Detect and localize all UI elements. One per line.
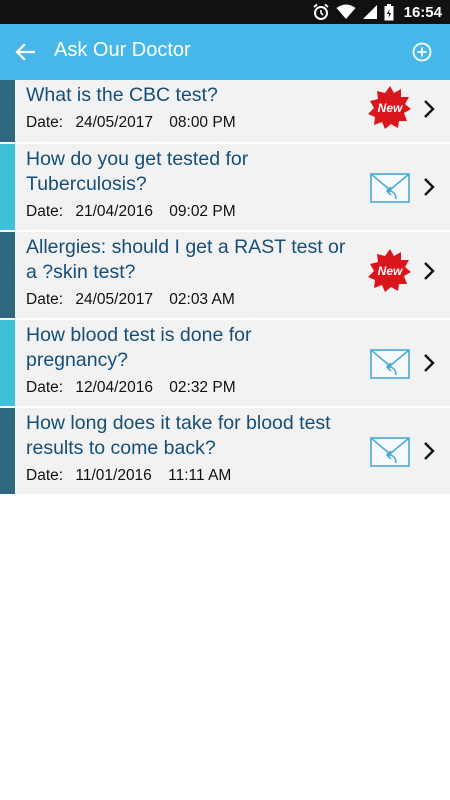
back-button[interactable] — [10, 37, 40, 67]
item-accent-bar — [0, 408, 15, 494]
page-title: Ask Our Doctor — [54, 39, 191, 61]
item-accent-bar — [0, 80, 15, 142]
date-label: Date: — [26, 203, 64, 220]
question-title: How long does it take for blood test res… — [26, 412, 331, 459]
arrow-back-icon — [15, 43, 35, 61]
item-accent-bar — [0, 144, 15, 230]
question-date-row: Date: 11/01/2016 11:11 AM — [26, 467, 231, 485]
battery-icon — [384, 3, 394, 20]
chevron-right-icon[interactable] — [422, 176, 436, 198]
question-time: 02:32 PM — [169, 379, 236, 396]
date-label: Date: — [26, 467, 64, 484]
add-question-button[interactable] — [410, 40, 434, 64]
alarm-icon — [313, 3, 329, 20]
question-time: 11:11 AM — [168, 467, 232, 484]
signal-icon — [362, 5, 377, 19]
question-time: 02:03 AM — [169, 291, 235, 308]
question-date-row: Date: 12/04/2016 02:32 PM — [26, 379, 236, 397]
question-date: 21/04/2016 — [75, 203, 153, 220]
status-icons: 16:54 — [312, 0, 442, 24]
question-item[interactable]: How long does it take for blood test res… — [0, 408, 450, 494]
date-label: Date: — [26, 291, 64, 308]
question-date: 11/01/2016 — [75, 467, 152, 484]
question-title: How blood test is done for pregnancy? — [26, 324, 252, 371]
question-time: 09:02 PM — [169, 203, 236, 220]
question-item[interactable]: How do you get tested for Tuberculosis? … — [0, 144, 450, 230]
question-time: 08:00 PM — [169, 114, 236, 131]
question-date: 12/04/2016 — [75, 379, 153, 396]
question-list: What is the CBC test? Date: 24/05/2017 0… — [0, 80, 450, 496]
question-date-row: Date: 24/05/2017 08:00 PM — [26, 114, 236, 132]
new-badge-icon: New — [368, 249, 411, 292]
question-title: What is the CBC test? — [26, 84, 218, 106]
question-date-row: Date: 21/04/2016 09:02 PM — [26, 203, 236, 221]
question-date: 24/05/2017 — [75, 114, 153, 131]
question-item[interactable]: Allergies: should I get a RAST test or a… — [0, 232, 450, 318]
chevron-right-icon[interactable] — [422, 260, 436, 282]
status-bar: 16:54 — [0, 0, 450, 24]
item-accent-bar — [0, 232, 15, 318]
chevron-right-icon[interactable] — [422, 440, 436, 462]
date-label: Date: — [26, 114, 64, 131]
new-badge-icon: New — [368, 86, 411, 129]
envelope-reply-icon — [370, 349, 410, 379]
wifi-icon — [336, 4, 356, 19]
app-bar: Ask Our Doctor — [0, 24, 450, 80]
svg-text:New: New — [378, 101, 403, 115]
item-accent-bar — [0, 320, 15, 406]
chevron-right-icon[interactable] — [422, 352, 436, 374]
question-title: Allergies: should I get a RAST test or a… — [26, 236, 346, 283]
question-item[interactable]: How blood test is done for pregnancy? Da… — [0, 320, 450, 406]
question-title: How do you get tested for Tuberculosis? — [26, 148, 249, 195]
envelope-reply-icon — [370, 437, 410, 467]
question-item[interactable]: What is the CBC test? Date: 24/05/2017 0… — [0, 80, 450, 142]
svg-text:New: New — [378, 264, 403, 278]
date-label: Date: — [26, 379, 64, 396]
chevron-right-icon[interactable] — [422, 98, 436, 120]
question-date: 24/05/2017 — [75, 291, 153, 308]
envelope-reply-icon — [370, 173, 410, 203]
status-time: 16:54 — [403, 3, 442, 21]
question-date-row: Date: 24/05/2017 02:03 AM — [26, 291, 235, 309]
